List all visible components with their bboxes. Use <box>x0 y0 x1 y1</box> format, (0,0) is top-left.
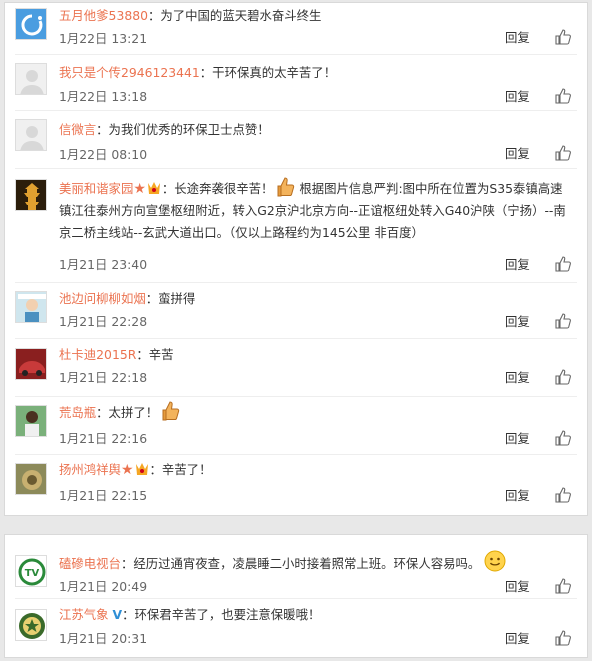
reply-button[interactable]: 回复 <box>505 429 530 447</box>
comment-item: 五月他爹53880：为了中国的蓝天碧水奋斗终生 1月22日 13:21 回复 <box>5 3 587 55</box>
comment-list-panel: 五月他爹53880：为了中国的蓝天碧水奋斗终生 1月22日 13:21 回复 我… <box>4 2 588 516</box>
reply-button[interactable]: 回复 <box>505 87 530 105</box>
comment-time: 1月22日 13:18 <box>59 89 148 104</box>
avatar[interactable] <box>15 8 47 40</box>
avatar[interactable] <box>15 405 47 437</box>
username-link[interactable]: 我只是个传2946123441 <box>59 65 200 80</box>
comment-item: 扬州鸿祥舆★ ：辛苦了！ 1月21日 22:15 回复 <box>5 455 587 515</box>
comment-time: 1月21日 22:16 <box>59 431 148 446</box>
username-link[interactable]: 信微言 <box>59 122 96 137</box>
comment-time: 1月21日 22:28 <box>59 314 148 329</box>
star-badge-icon: ★ <box>133 181 146 197</box>
comment-item: 荒岛瓶：太拼了！ 1月21日 22:16 回复 <box>5 397 587 455</box>
comment-text: ：干环保真的太辛苦了！ <box>199 65 337 80</box>
comment-item: 美丽和谐家园★ ：长途奔袭很辛苦！ 根据图片信息严判:图中所在位置为S35泰镇高速… <box>5 169 587 283</box>
thumbs-up-emoji-icon <box>277 177 295 197</box>
like-thumb-icon[interactable] <box>555 145 571 161</box>
comment-time: 1月21日 23:40 <box>59 257 148 272</box>
comment-item: 江苏气象 V：环保君辛苦了，也要注意保暖哦！ 1月21日 20:31 回复 <box>5 599 587 657</box>
avatar[interactable] <box>15 63 47 95</box>
username-link[interactable]: 池边问柳柳如烟 <box>59 291 146 306</box>
comment-time: 1月22日 08:10 <box>59 147 148 162</box>
reply-button[interactable]: 回复 <box>505 255 530 273</box>
username-link[interactable]: 磕磣电视台 <box>59 556 121 571</box>
star-badge-icon: ★ <box>120 462 134 478</box>
like-thumb-icon[interactable] <box>555 369 571 385</box>
comment-text: ：为我们优秀的环保卫士点赞！ <box>96 122 270 137</box>
reply-button[interactable]: 回复 <box>505 629 530 647</box>
vip-badge-icon <box>147 182 160 194</box>
avatar[interactable] <box>15 119 47 151</box>
comment-text: ：辛苦 <box>136 347 174 362</box>
comment-text: ：长途奔袭很辛苦！ <box>161 181 274 196</box>
avatar[interactable]: TV <box>15 555 47 587</box>
comment-text: ：辛苦了！ <box>149 462 212 477</box>
comment-time: 1月21日 22:18 <box>59 370 148 385</box>
like-thumb-icon[interactable] <box>555 487 571 503</box>
username-link[interactable]: 扬州鸿祥舆 <box>59 462 121 477</box>
avatar[interactable] <box>15 463 47 495</box>
comment-list-panel-2: TV 磕磣电视台：经历过通宵夜查，凌晨睡二小时接着照常上班。环保人容易吗。 1月… <box>4 534 588 658</box>
username-link[interactable]: 杜卡迪2015R <box>59 347 136 362</box>
avatar[interactable] <box>15 609 47 641</box>
comment-text: ：为了中国的蓝天碧水奋斗终生 <box>147 8 322 23</box>
comment-item: 池边问柳柳如烟：蛮拼得 1月21日 22:28 回复 <box>5 283 587 339</box>
username-link[interactable]: 美丽和谐家园 <box>59 181 133 196</box>
comment-item: 我只是个传2946123441：干环保真的太辛苦了！ 1月22日 13:18 回… <box>5 55 587 111</box>
avatar[interactable] <box>15 291 47 323</box>
comment-time: 1月21日 20:49 <box>59 579 148 594</box>
like-thumb-icon[interactable] <box>555 29 571 45</box>
comment-text: ：太拼了！ <box>96 405 159 420</box>
comment-text: ：环保君辛苦了，也要注意保暖哦！ <box>122 607 321 622</box>
like-thumb-icon[interactable] <box>555 313 571 329</box>
comment-time: 1月21日 22:15 <box>59 488 148 503</box>
like-thumb-icon[interactable] <box>555 88 571 104</box>
username-link[interactable]: 江苏气象 <box>59 607 109 622</box>
like-thumb-icon[interactable] <box>555 256 571 272</box>
comment-text: ：经历过通宵夜查，凌晨睡二小时接着照常上班。环保人容易吗。 <box>120 556 481 571</box>
comment-text: ：蛮拼得 <box>145 291 196 306</box>
avatar[interactable] <box>15 179 47 211</box>
reply-button[interactable]: 回复 <box>505 368 530 386</box>
svg-text:TV: TV <box>25 568 40 579</box>
comment-item: 信微言：为我们优秀的环保卫士点赞！ 1月22日 08:10 回复 <box>5 111 587 169</box>
thumbs-up-emoji-icon <box>162 401 180 421</box>
like-thumb-icon[interactable] <box>555 630 571 646</box>
vip-badge-icon <box>135 463 148 475</box>
verified-badge-icon: V <box>112 607 123 622</box>
reply-button[interactable]: 回复 <box>505 486 530 504</box>
reply-button[interactable]: 回复 <box>505 144 530 162</box>
username-link[interactable]: 荒岛瓶 <box>59 405 96 420</box>
avatar[interactable] <box>15 348 47 380</box>
comment-item: 杜卡迪2015R：辛苦 1月21日 22:18 回复 <box>5 339 587 397</box>
smiley-emoji-icon <box>484 550 506 572</box>
comment-time: 1月21日 20:31 <box>59 631 148 646</box>
reply-button[interactable]: 回复 <box>505 312 530 330</box>
username-link[interactable]: 五月他爹53880 <box>59 8 148 23</box>
comment-item: TV 磕磣电视台：经历过通宵夜查，凌晨睡二小时接着照常上班。环保人容易吗。 1月… <box>5 535 587 599</box>
reply-button[interactable]: 回复 <box>505 577 530 595</box>
like-thumb-icon[interactable] <box>555 578 571 594</box>
like-thumb-icon[interactable] <box>555 430 571 446</box>
reply-button[interactable]: 回复 <box>505 28 530 46</box>
comment-time: 1月22日 13:21 <box>59 31 148 46</box>
